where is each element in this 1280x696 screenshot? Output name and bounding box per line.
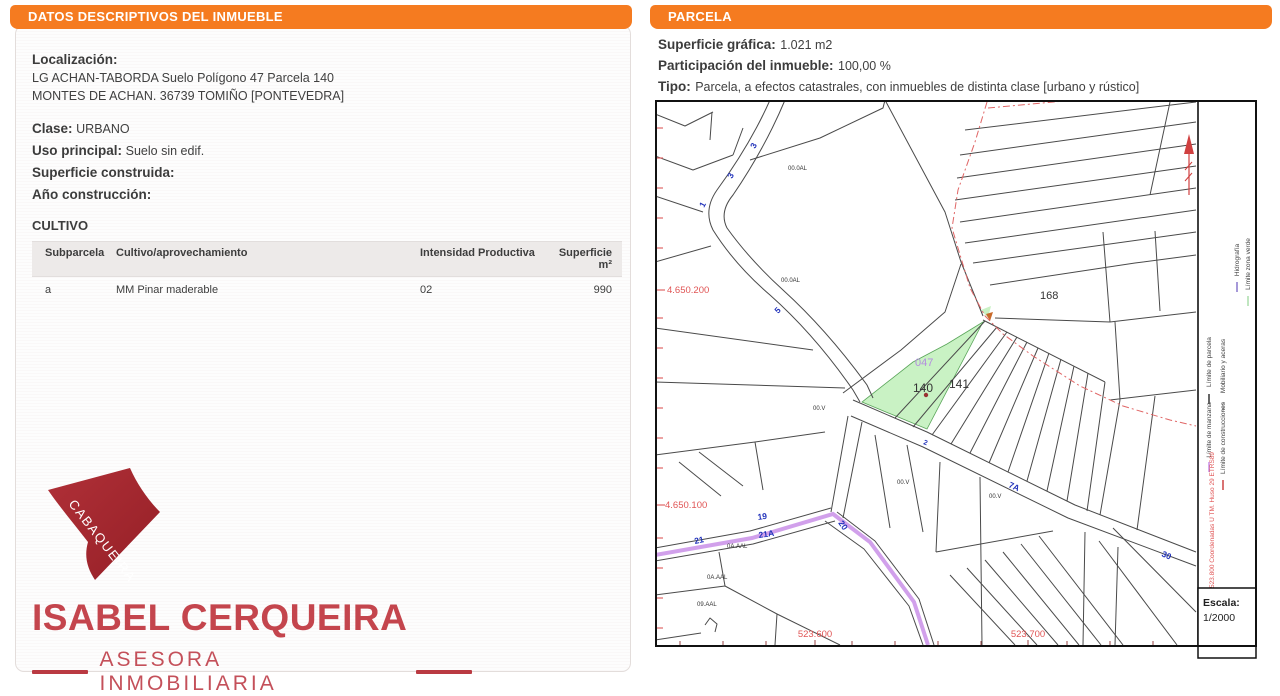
road-label-19: 19 <box>757 511 768 522</box>
localizacion-line1: LG ACHAN-TABORDA Suelo Polígono 47 Parce… <box>32 71 616 85</box>
field-tipo: Tipo: Parcela, a efectos catastrales, co… <box>658 78 1272 96</box>
left-panel-header: DATOS DESCRIPTIVOS DEL INMUEBLE <box>10 5 632 29</box>
col-intensidad: Intensidad Productiva <box>412 247 546 271</box>
parcel-label-168: 168 <box>1040 290 1058 302</box>
coordinate-system-note: 523.800 Coordenadas U TM. Huso 29 ETRS89 <box>1209 452 1216 588</box>
field-clase: Clase: URBANO <box>32 121 616 136</box>
parcel-label-140: 140 <box>913 381 933 395</box>
landuse-label-4: 00.V <box>897 480 909 486</box>
cultivo-title: CULTIVO <box>32 218 616 233</box>
tagline-dash-right <box>416 670 472 674</box>
coord-label-y1: 4.650.200 <box>667 285 709 296</box>
cultivo-table-header: Subparcela Cultivo/aprovechamiento Inten… <box>32 241 622 277</box>
parcela-fields: Superficie gráfica: 1.021 m2 Participaci… <box>658 36 1272 96</box>
field-uso-principal: Uso principal: Suelo sin edif. <box>32 143 616 158</box>
cultivo-table: Subparcela Cultivo/aprovechamiento Inten… <box>32 241 622 303</box>
property-fields: Clase: URBANO Uso principal: Suelo sin e… <box>32 121 616 202</box>
landuse-label-2: 00.0AL <box>781 278 801 284</box>
parcela-panel: PARCELA Superficie gráfica: 1.021 m2 Par… <box>650 5 1272 672</box>
logo-tagline: ASESORA INMOBILIARIA <box>32 648 472 696</box>
scale-box: Escala: 1/2000 <box>1198 588 1256 658</box>
svg-text:Límite de manzana: Límite de manzana <box>1206 402 1213 458</box>
property-data-panel: DATOS DESCRIPTIVOS DEL INMUEBLE Localiza… <box>10 5 632 672</box>
field-participacion: Participación del inmueble: 100,00 % <box>658 57 1272 75</box>
field-superficie-grafica: Superficie gráfica: 1.021 m2 <box>658 36 1272 54</box>
cell-superficie: 990 <box>546 284 618 296</box>
field-superficie-construida: Superficie construida: <box>32 165 616 180</box>
col-subparcela: Subparcela <box>32 247 112 271</box>
tagline-text: ASESORA INMOBILIARIA <box>100 648 405 696</box>
landuse-label-6: 0A.AAL <box>727 544 748 550</box>
tagline-dash-left <box>32 670 88 674</box>
landuse-label-3: 00.V <box>813 406 825 412</box>
logo-name: ISABEL CERQUEIRA <box>32 597 472 639</box>
svg-text:Mobiliario y aceras: Mobiliario y aceras <box>1220 338 1227 393</box>
col-superficie: Superficie m² <box>546 247 618 271</box>
parcel-label-141: 141 <box>949 377 969 391</box>
coord-label-x2: 523.700 <box>1011 629 1045 640</box>
agency-logo: CABAQUEIRA ISABEL CERQUEIRA ASESORA INMO… <box>32 464 472 696</box>
cell-intensidad: 02 <box>412 284 546 296</box>
localizacion-line2: MONTES DE ACHAN. 36739 TOMIÑO [PONTEVEDR… <box>32 89 616 103</box>
landuse-label-5: 00.V <box>989 494 1001 500</box>
landuse-label-1: 00.0AL <box>788 166 808 172</box>
escala-value: 1/2000 <box>1203 612 1235 624</box>
left-panel-body: Localización: LG ACHAN-TABORDA Suelo Pol… <box>15 25 631 672</box>
polygon-label-047: 047 <box>915 357 933 369</box>
cell-subparcela: a <box>32 284 112 296</box>
landuse-label-7: 0A.AAL <box>707 575 728 581</box>
table-row: a MM Pinar maderable 02 990 <box>32 277 622 303</box>
svg-text:Límite de parcela: Límite de parcela <box>1206 337 1213 387</box>
field-ano-construccion: Año construcción: <box>32 187 616 202</box>
escala-label: Escala: <box>1203 597 1240 609</box>
cadastral-map: 4.650.200 4.650.100 523.600 523.700 168 … <box>655 100 1257 667</box>
col-cultivo: Cultivo/aprovechamiento <box>112 247 412 271</box>
svg-text:Hidrografía: Hidrografía <box>1234 244 1241 277</box>
right-panel-header: PARCELA <box>650 5 1272 29</box>
cell-cultivo: MM Pinar maderable <box>112 284 412 296</box>
localizacion-label: Localización: <box>32 52 616 67</box>
svg-text:Límite de construcciones: Límite de construcciones <box>1220 401 1227 474</box>
landuse-label-8: 09.AAL <box>697 602 717 608</box>
coord-label-x1: 523.600 <box>798 629 832 640</box>
logo-flag-icon: CABAQUEIRA <box>32 464 184 588</box>
coord-label-y2: 4.650.100 <box>665 500 707 511</box>
svg-text:Límite zona verde: Límite zona verde <box>1245 238 1252 290</box>
